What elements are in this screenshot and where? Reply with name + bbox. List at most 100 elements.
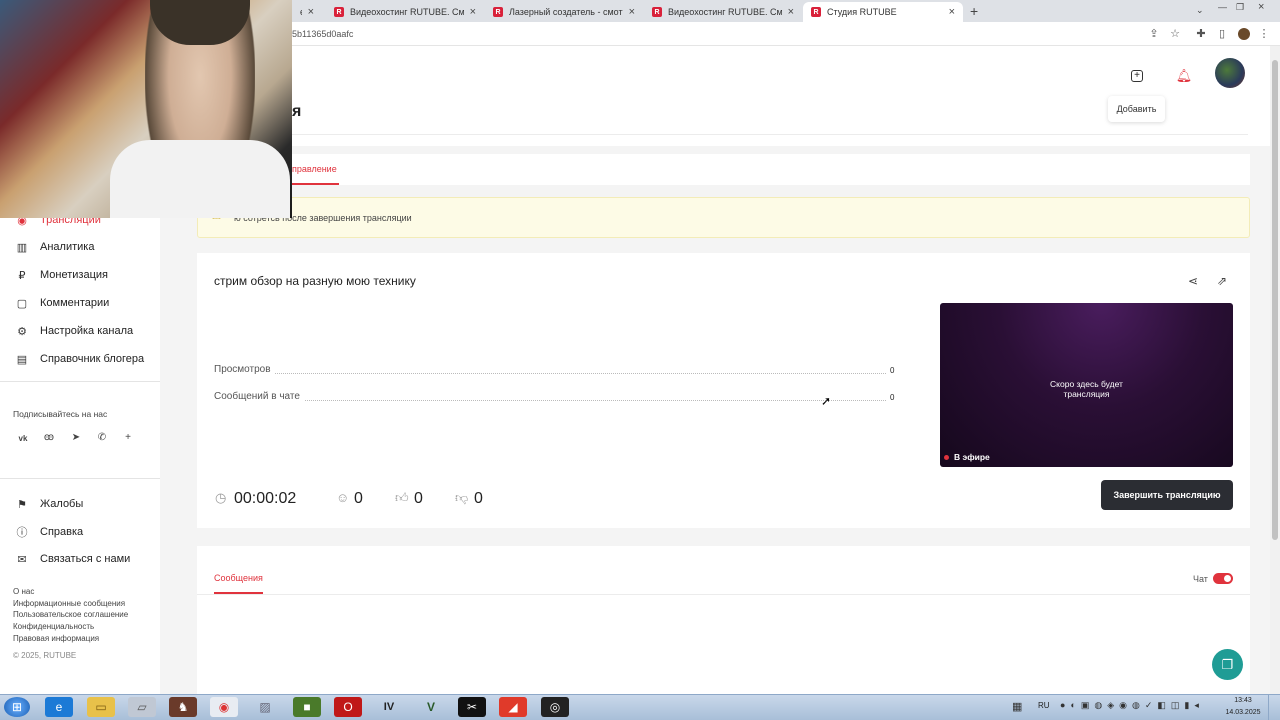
plus-square-icon: +	[1131, 70, 1143, 82]
dislike-icon: 👎︎	[455, 490, 469, 505]
windows-logo-icon: ⊞	[11, 700, 23, 714]
dislikes-count: 0	[474, 490, 483, 507]
sidebar-panel-icon[interactable]: ▯	[1215, 27, 1229, 40]
footer-link[interactable]: Правовая информация	[13, 634, 99, 643]
ruble-icon: ₽	[18, 269, 26, 282]
header-divider	[292, 134, 1248, 135]
close-tab-icon[interactable]: ×	[629, 6, 635, 18]
like-icon: 👍︎	[395, 490, 409, 505]
tabs-card	[197, 154, 1250, 185]
footer-link[interactable]: О нас	[13, 587, 34, 596]
chat-toggle-label: Чат	[1193, 574, 1208, 584]
sidebar-divider	[0, 381, 160, 382]
comment-icon: ▢	[16, 297, 28, 310]
book-icon: ▤	[16, 353, 28, 366]
open-external-icon[interactable]: ⇗	[1217, 274, 1227, 288]
capcut-icon[interactable]: ✂	[458, 697, 486, 717]
language-indicator[interactable]: RU	[1038, 701, 1050, 710]
stream-preview[interactable]: Скоро здесь будет трансляция В эфире	[940, 303, 1233, 467]
notifications-button[interactable]: 🔔︎	[1167, 59, 1201, 93]
live-badge: В эфире	[944, 452, 990, 462]
bookmark-star-icon[interactable]: ☆	[1168, 27, 1182, 40]
app-icon[interactable]: ▨	[251, 697, 279, 717]
scrollbar-thumb[interactable]	[1272, 60, 1278, 540]
browser-tab-active[interactable]: R Студия RUTUBE ×	[803, 2, 963, 22]
sidebar-item-contact[interactable]: ✉ Связаться с нами	[14, 549, 130, 569]
bar-chart-icon: ▥	[16, 241, 28, 254]
new-tab-icon[interactable]: +	[970, 3, 978, 19]
stat-dots	[214, 400, 886, 401]
odnoklassniki-icon[interactable]: ꙭ	[42, 432, 56, 443]
footer-link[interactable]: Информационные сообщения	[13, 599, 125, 608]
profile-avatar-icon[interactable]	[1238, 28, 1250, 40]
user-avatar[interactable]	[1215, 58, 1245, 88]
game-app-icon[interactable]: ♞	[169, 697, 197, 717]
stat-value-chat-messages: 0	[890, 393, 895, 402]
sidebar-item-comments[interactable]: ▢ Комментарии	[14, 293, 110, 313]
edge-icon[interactable]: e	[45, 697, 73, 717]
show-desktop-button[interactable]	[1268, 695, 1280, 720]
share-icon[interactable]: ⋖	[1188, 274, 1198, 288]
sidebar-item-help[interactable]: ⓘ Справка	[14, 522, 84, 542]
close-window-icon[interactable]: ×	[1258, 1, 1264, 13]
start-button[interactable]: ⊞	[4, 697, 30, 717]
close-tab-icon[interactable]: ×	[949, 6, 955, 18]
gta5-icon[interactable]: V	[417, 697, 445, 717]
tab-messages[interactable]: Сообщения	[214, 573, 263, 583]
studio-header	[160, 46, 1270, 146]
extensions-icon[interactable]: ✚	[1194, 27, 1208, 40]
clock-date[interactable]: 14.03.2025	[1222, 709, 1264, 716]
sidebar-item-channel-settings[interactable]: ⚙ Настройка канала	[14, 321, 133, 341]
chrome-icon[interactable]: ◉	[210, 697, 238, 717]
restore-icon[interactable]: ❐	[1236, 2, 1244, 13]
sidebar-item-analytics[interactable]: ▥ Аналитика	[14, 237, 95, 257]
close-tab-icon[interactable]: ×	[788, 6, 794, 18]
help-icon: ⓘ	[16, 527, 28, 539]
rutube-favicon-icon: R	[652, 7, 662, 17]
file-explorer-icon[interactable]: ▭	[87, 697, 115, 717]
sidebar-item-blogger-guide[interactable]: ▤ Справочник блогера	[14, 349, 144, 369]
stat-dots	[214, 373, 886, 374]
rutube-favicon-icon: R	[811, 7, 821, 17]
more-social-icon[interactable]: +	[121, 432, 135, 443]
viewers-icon: ☺	[336, 490, 350, 505]
webcam-shirt-shape	[110, 140, 290, 218]
app-icon[interactable]: ▱	[128, 697, 156, 717]
add-button[interactable]: +	[1120, 59, 1154, 93]
support-chat-button[interactable]: ❐	[1212, 649, 1243, 680]
copyright: © 2025, RUTUBE	[13, 651, 77, 660]
sidebar-item-complaints[interactable]: ⚑ Жалобы	[14, 494, 83, 514]
browser-tab[interactable]: R Лазерный создатель - смотреть... ×	[485, 2, 643, 22]
tab-control[interactable]: правление	[292, 164, 337, 174]
tab-list-icon[interactable]: ⌄	[1196, 5, 1204, 16]
footer-link[interactable]: Конфиденциальность	[13, 622, 94, 631]
browser-menu-icon[interactable]: ⋮	[1257, 27, 1271, 40]
obs-icon[interactable]: ◎	[541, 697, 569, 717]
viber-icon[interactable]: ✆	[95, 432, 109, 443]
clock-time[interactable]: 13:43	[1226, 697, 1260, 704]
telegram-icon[interactable]: ➤	[69, 432, 83, 443]
flag-icon: ⚑	[17, 498, 27, 511]
browser-tab-partial[interactable]: ет ×	[292, 2, 322, 22]
sidebar-item-monetization[interactable]: ₽ Монетизация	[14, 265, 108, 285]
close-tab-icon[interactable]: ×	[308, 6, 314, 18]
tray-icons[interactable]: ●◐▣◍◈◉◍✓◧◫▮◂	[1060, 700, 1204, 711]
vk-icon[interactable]: vk	[16, 434, 30, 443]
share-page-icon[interactable]: ⇪	[1147, 27, 1161, 40]
active-tab-underline	[292, 183, 339, 185]
tray-icon[interactable]: ▦	[1012, 700, 1022, 713]
close-tab-icon[interactable]: ×	[470, 6, 476, 18]
viewers-count: 0	[354, 490, 363, 507]
gta4-icon[interactable]: IV	[375, 697, 403, 717]
footer-link[interactable]: Пользовательское соглашение	[13, 610, 128, 619]
minecraft-icon[interactable]: ■	[293, 697, 321, 717]
app-icon[interactable]: ◢	[499, 697, 527, 717]
chat-card	[197, 546, 1250, 694]
end-broadcast-button[interactable]: Завершить трансляцию	[1101, 480, 1233, 510]
chat-toggle[interactable]	[1213, 573, 1233, 584]
opera-icon[interactable]: O	[334, 697, 362, 717]
browser-tab[interactable]: R Видеохостинг RUTUBE. Смотрит... ×	[644, 2, 802, 22]
minimize-icon[interactable]: —	[1218, 2, 1227, 12]
browser-tab[interactable]: R Видеохостинг RUTUBE. Смотрит... ×	[326, 2, 484, 22]
page-scrollbar[interactable]	[1270, 46, 1280, 694]
